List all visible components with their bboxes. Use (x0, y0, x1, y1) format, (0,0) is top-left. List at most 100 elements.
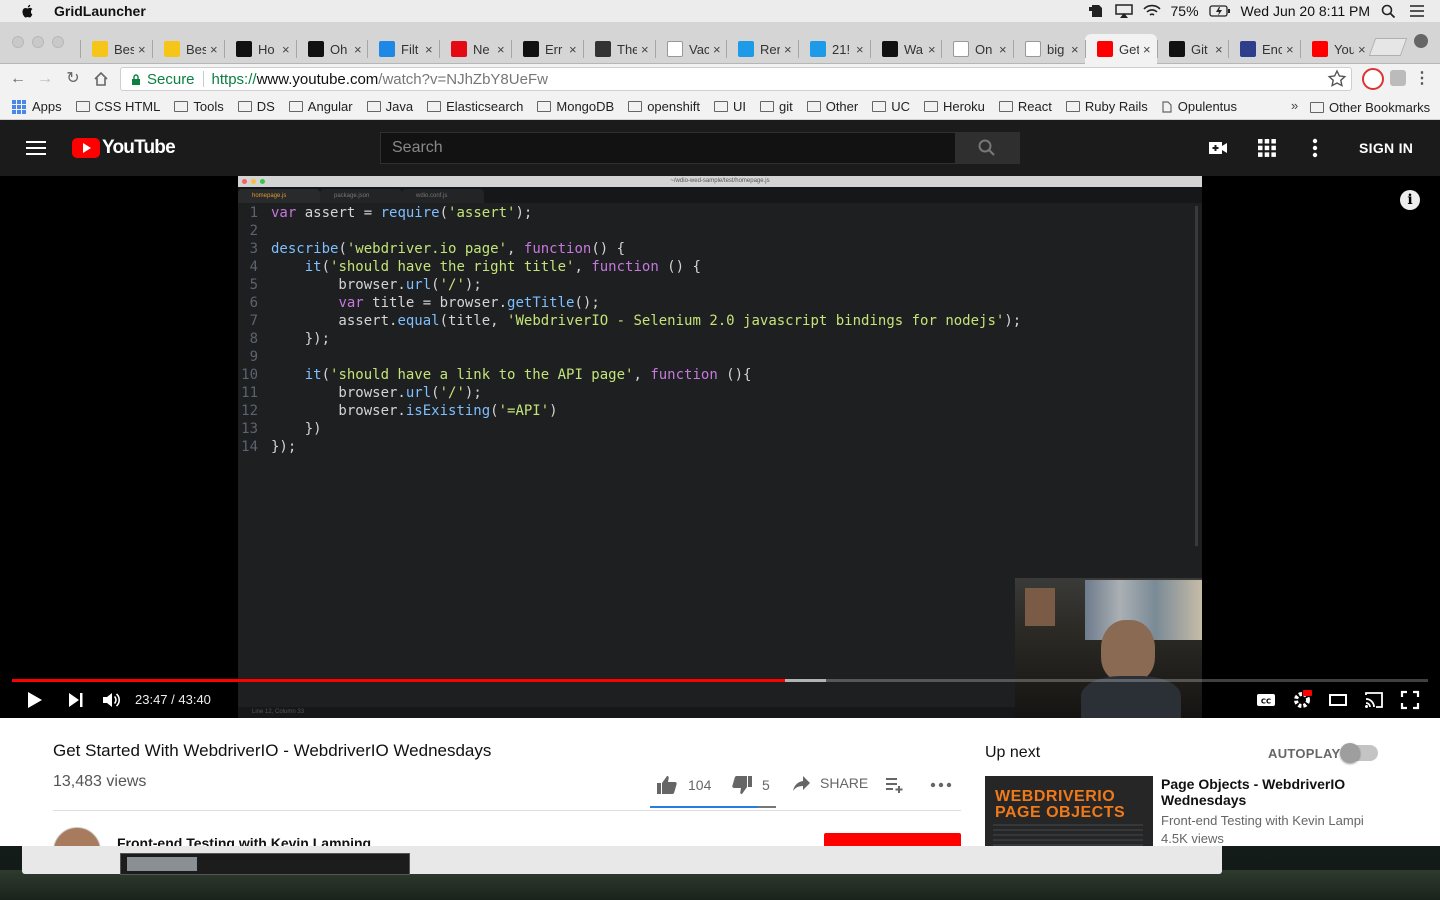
window-zoom-button[interactable] (52, 36, 64, 48)
bookmark-opulentus[interactable]: Opulentus (1162, 99, 1237, 114)
browser-tab[interactable]: The × (583, 34, 655, 64)
tab-close-icon[interactable]: × (138, 42, 146, 57)
notification-center-icon[interactable] (1408, 4, 1426, 18)
play-icon[interactable] (24, 690, 44, 710)
bookmark-folder[interactable]: React (998, 99, 1052, 114)
bookmark-folder[interactable]: DS (237, 99, 275, 114)
battery-percent[interactable]: 75% (1171, 3, 1199, 19)
tab-close-icon[interactable]: × (1215, 42, 1223, 57)
tab-close-icon[interactable]: × (354, 42, 362, 57)
bookmark-folder[interactable]: openshift (628, 99, 700, 114)
new-tab-button[interactable] (1368, 38, 1408, 56)
browser-tab[interactable]: Get × (1085, 34, 1157, 64)
autoplay-toggle[interactable] (1340, 743, 1378, 763)
tab-close-icon[interactable]: × (1286, 42, 1294, 57)
apple-menu-icon[interactable] (20, 3, 36, 19)
bookmark-folder[interactable]: CSS HTML (75, 99, 160, 114)
more-actions-icon[interactable] (930, 776, 952, 794)
forward-icon[interactable]: → (35, 69, 55, 89)
bookmark-folder[interactable]: UC (872, 99, 910, 114)
next-icon[interactable] (66, 690, 86, 710)
chrome-menu-icon[interactable]: ⋮ (1412, 69, 1432, 89)
tab-close-icon[interactable]: × (1358, 42, 1366, 57)
sign-in-button[interactable]: SIGN IN (1359, 140, 1413, 156)
active-app-name[interactable]: GridLauncher (54, 3, 146, 19)
fullscreen-icon[interactable] (1400, 690, 1420, 710)
browser-tab[interactable]: Bes × (80, 34, 152, 64)
tab-close-icon[interactable]: × (784, 42, 792, 57)
spotlight-search-icon[interactable] (1380, 4, 1398, 18)
tab-close-icon[interactable]: × (928, 42, 936, 57)
browser-tab[interactable]: Wa × (870, 34, 942, 64)
add-to-playlist-icon[interactable] (885, 776, 905, 794)
tab-close-icon[interactable]: × (282, 42, 290, 57)
extension-icon[interactable] (1362, 68, 1384, 90)
cast-icon[interactable] (1364, 690, 1384, 710)
up-next-title[interactable]: Page Objects - WebdriverIO Wednesdays (1161, 776, 1381, 808)
evernote-icon[interactable] (1087, 4, 1105, 18)
browser-tab[interactable]: Ne × (439, 34, 511, 64)
clock[interactable]: Wed Jun 20 8:11 PM (1241, 3, 1370, 19)
theater-mode-icon[interactable] (1328, 690, 1348, 710)
window-minimize-button[interactable] (32, 36, 44, 48)
apps-icon[interactable] (1257, 138, 1277, 158)
bookmark-folder[interactable]: git (759, 99, 793, 114)
dislike-button[interactable]: 5 (731, 775, 770, 795)
guide-menu-icon[interactable] (26, 141, 46, 155)
browser-tab[interactable]: You × (1300, 34, 1372, 64)
captions-icon[interactable]: CC (1256, 690, 1276, 710)
bookmark-folder[interactable]: Heroku (924, 99, 985, 114)
tab-close-icon[interactable]: × (497, 42, 505, 57)
tab-close-icon[interactable]: × (713, 42, 721, 57)
home-icon[interactable] (92, 70, 110, 88)
bookmark-other[interactable]: Other Bookmarks (1310, 100, 1430, 115)
browser-tab[interactable]: On × (941, 34, 1013, 64)
tab-close-icon[interactable]: × (999, 42, 1007, 57)
tab-close-icon[interactable]: × (425, 42, 433, 57)
extension-2-icon[interactable] (1390, 70, 1406, 86)
info-icon[interactable]: i (1400, 190, 1420, 210)
browser-tab[interactable]: Bes × (152, 34, 224, 64)
youtube-logo-text[interactable]: YouTube (102, 137, 176, 159)
bookmarks-overflow-button[interactable]: » (1291, 98, 1298, 113)
tab-close-icon[interactable]: × (856, 42, 864, 57)
bookmark-folder[interactable]: Ruby Rails (1065, 99, 1148, 114)
settings-more-icon[interactable] (1305, 138, 1325, 158)
tab-close-icon[interactable]: × (1071, 42, 1079, 57)
browser-tab[interactable]: Rer × (726, 34, 798, 64)
browser-tab[interactable]: Vac × (655, 34, 727, 64)
wifi-icon[interactable] (1142, 4, 1161, 18)
bookmark-folder[interactable]: Elasticsearch (427, 99, 523, 114)
battery-icon[interactable] (1208, 4, 1231, 18)
volume-icon[interactable] (101, 690, 121, 710)
tab-close-icon[interactable]: × (1143, 42, 1151, 57)
up-next-channel[interactable]: Front-end Testing with Kevin Lampi (1161, 813, 1364, 828)
browser-tab[interactable]: Oh × (296, 34, 368, 64)
bookmark-folder[interactable]: Tools (174, 99, 224, 114)
bookmark-apps[interactable]: Apps (0, 99, 62, 114)
bookmark-folder[interactable]: MongoDB (537, 99, 614, 114)
browser-tab[interactable]: Filt × (367, 34, 439, 64)
share-button[interactable]: SHARE (793, 775, 868, 791)
bookmark-folder[interactable]: Other (806, 99, 858, 114)
address-bar[interactable]: Secure https:// www.youtube.com /watch?v… (120, 67, 1352, 91)
tab-close-icon[interactable]: × (641, 42, 649, 57)
bookmark-folder[interactable]: Angular (288, 99, 353, 114)
settings-gear-icon[interactable] (1292, 690, 1312, 710)
like-button[interactable]: 104 (656, 775, 711, 795)
bookmark-folder[interactable]: UI (713, 99, 746, 114)
bookmark-folder[interactable]: Java (366, 99, 413, 114)
browser-tab[interactable]: big × (1013, 34, 1085, 64)
bookmark-star-icon[interactable] (1327, 69, 1347, 89)
browser-tab[interactable]: 21! × (798, 34, 870, 64)
browser-tab[interactable]: Git × (1157, 34, 1229, 64)
tab-close-icon[interactable]: × (569, 42, 577, 57)
tab-close-icon[interactable]: × (210, 42, 218, 57)
search-input[interactable]: Search (380, 132, 956, 164)
back-icon[interactable]: ← (8, 69, 28, 89)
window-close-button[interactable] (12, 36, 24, 48)
browser-tab[interactable]: Enc × (1228, 34, 1300, 64)
profile-icon[interactable] (1414, 34, 1428, 48)
upload-video-icon[interactable] (1208, 138, 1228, 158)
airplay-icon[interactable] (1114, 4, 1133, 18)
